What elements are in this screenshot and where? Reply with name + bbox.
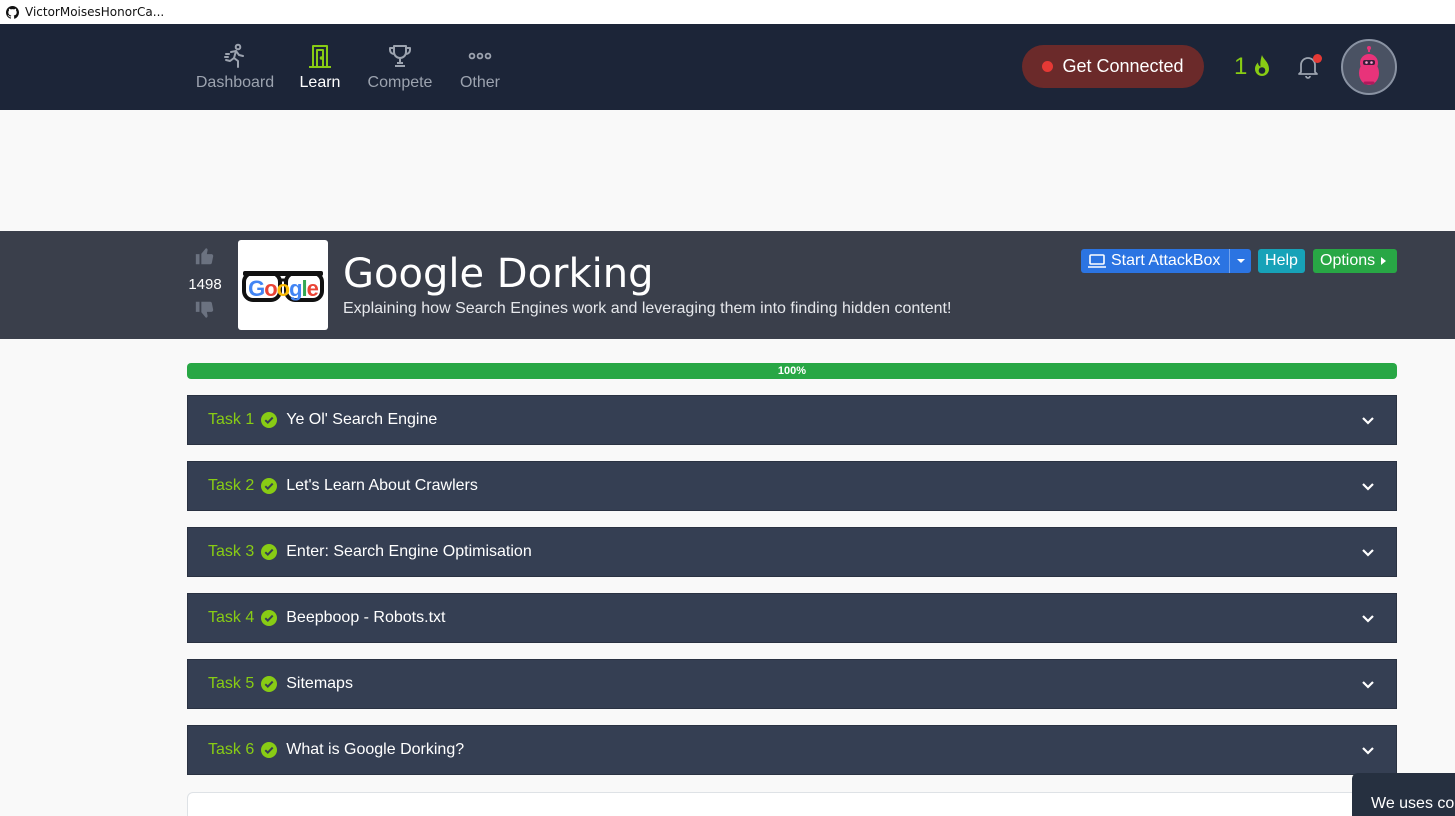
progress-fill: 100% xyxy=(187,363,1397,379)
chevron-down-icon[interactable] xyxy=(1360,479,1376,495)
task-name: Sitemaps xyxy=(286,675,353,692)
start-attackbox-label: Start AttackBox xyxy=(1111,252,1221,269)
task-2-header[interactable]: Task 2 Let's Learn About Crawlers xyxy=(187,461,1397,511)
task-number: Task 3 xyxy=(208,543,255,560)
streak-count: 1 xyxy=(1234,53,1248,80)
cookie-banner: We uses co xyxy=(1352,773,1455,816)
start-attackbox-button[interactable]: Start AttackBox xyxy=(1081,249,1251,273)
get-connected-label: Get Connected xyxy=(1062,56,1184,76)
check-circle-icon xyxy=(261,478,278,494)
check-circle-icon xyxy=(261,544,278,560)
task-name: Beepboop - Robots.txt xyxy=(286,609,446,626)
notification-badge xyxy=(1313,54,1322,63)
nav-item-label: Compete xyxy=(367,74,433,91)
task-3-header[interactable]: Task 3 Enter: Search Engine Optimisation xyxy=(187,527,1397,577)
help-button[interactable]: Help xyxy=(1258,249,1305,273)
browser-tab-title: VictorMoisesHonorCa... xyxy=(25,5,165,19)
trophy-icon xyxy=(387,42,413,70)
room-title: Google Dorking xyxy=(343,251,654,297)
room-header: 1498 Google Google Dorking Explaining ho… xyxy=(0,231,1455,339)
nav-item-label: Dashboard xyxy=(195,74,275,91)
caret-right-icon xyxy=(1381,257,1387,265)
chevron-down-icon[interactable] xyxy=(1360,413,1376,429)
button-separator xyxy=(1229,249,1231,273)
door-icon xyxy=(307,42,333,70)
options-label: Options xyxy=(1320,252,1376,269)
running-person-icon xyxy=(222,42,248,70)
github-icon xyxy=(6,5,19,19)
top-navbar: Dashboard Learn Compete Other Get Connec… xyxy=(0,24,1455,110)
content-card xyxy=(187,792,1397,816)
laptop-icon xyxy=(1088,254,1106,268)
task-number: Task 2 xyxy=(208,477,255,494)
check-circle-icon xyxy=(261,610,278,626)
task-name: Enter: Search Engine Optimisation xyxy=(286,543,532,560)
svg-text:Google: Google xyxy=(248,276,319,301)
help-label: Help xyxy=(1265,252,1298,269)
check-circle-icon xyxy=(261,412,278,428)
task-number: Task 5 xyxy=(208,675,255,692)
get-connected-button[interactable]: Get Connected xyxy=(1022,45,1204,88)
room-logo: Google xyxy=(238,240,328,330)
room-progress-bar: 100% xyxy=(187,363,1397,379)
thumbs-up-icon[interactable] xyxy=(194,245,216,267)
browser-tab[interactable]: VictorMoisesHonorCa... xyxy=(0,0,1455,24)
more-dots-icon xyxy=(467,42,493,70)
avatar-icon xyxy=(1359,46,1379,85)
user-avatar[interactable] xyxy=(1341,39,1397,95)
streak-counter[interactable]: 1 xyxy=(1234,51,1274,83)
task-number: Task 1 xyxy=(208,411,255,428)
connection-status-dot xyxy=(1042,61,1054,72)
task-number: Task 4 xyxy=(208,609,255,626)
check-circle-icon xyxy=(261,676,278,692)
nav-item-label: Other xyxy=(459,74,500,91)
thumbs-down-icon[interactable] xyxy=(194,299,216,321)
task-number: Task 6 xyxy=(208,741,255,758)
chevron-down-icon[interactable] xyxy=(1360,611,1376,627)
chevron-down-icon[interactable] xyxy=(1360,545,1376,561)
check-circle-icon xyxy=(261,742,278,758)
nav-item-learn[interactable]: Learn xyxy=(295,24,345,110)
flame-icon xyxy=(1255,55,1270,76)
nav-item-compete[interactable]: Compete xyxy=(365,24,435,110)
notifications-button[interactable] xyxy=(1296,54,1322,82)
nav-item-label: Learn xyxy=(299,74,341,91)
vote-count: 1498 xyxy=(188,276,222,293)
options-button[interactable]: Options xyxy=(1313,249,1397,273)
task-6-header[interactable]: Task 6 What is Google Dorking? xyxy=(187,725,1397,775)
progress-label: 100% xyxy=(777,365,807,377)
google-glasses-logo: Google xyxy=(242,271,324,302)
chevron-down-icon[interactable] xyxy=(1360,743,1376,759)
task-5-header[interactable]: Task 5 Sitemaps xyxy=(187,659,1397,709)
task-name: What is Google Dorking? xyxy=(286,741,465,758)
task-name: Let's Learn About Crawlers xyxy=(286,477,478,494)
task-name: Ye Ol' Search Engine xyxy=(286,411,438,428)
task-1-header[interactable]: Task 1 Ye Ol' Search Engine xyxy=(187,395,1397,445)
nav-item-dashboard[interactable]: Dashboard xyxy=(195,24,275,110)
vote-widget: 1498 xyxy=(184,245,226,321)
cookie-banner-text: We uses co xyxy=(1371,795,1455,812)
room-description: Explaining how Search Engines work and l… xyxy=(343,300,952,317)
chevron-down-icon[interactable] xyxy=(1360,677,1376,693)
task-4-header[interactable]: Task 4 Beepboop - Robots.txt xyxy=(187,593,1397,643)
nav-item-other[interactable]: Other xyxy=(455,24,505,110)
caret-down-icon[interactable] xyxy=(1236,257,1246,265)
